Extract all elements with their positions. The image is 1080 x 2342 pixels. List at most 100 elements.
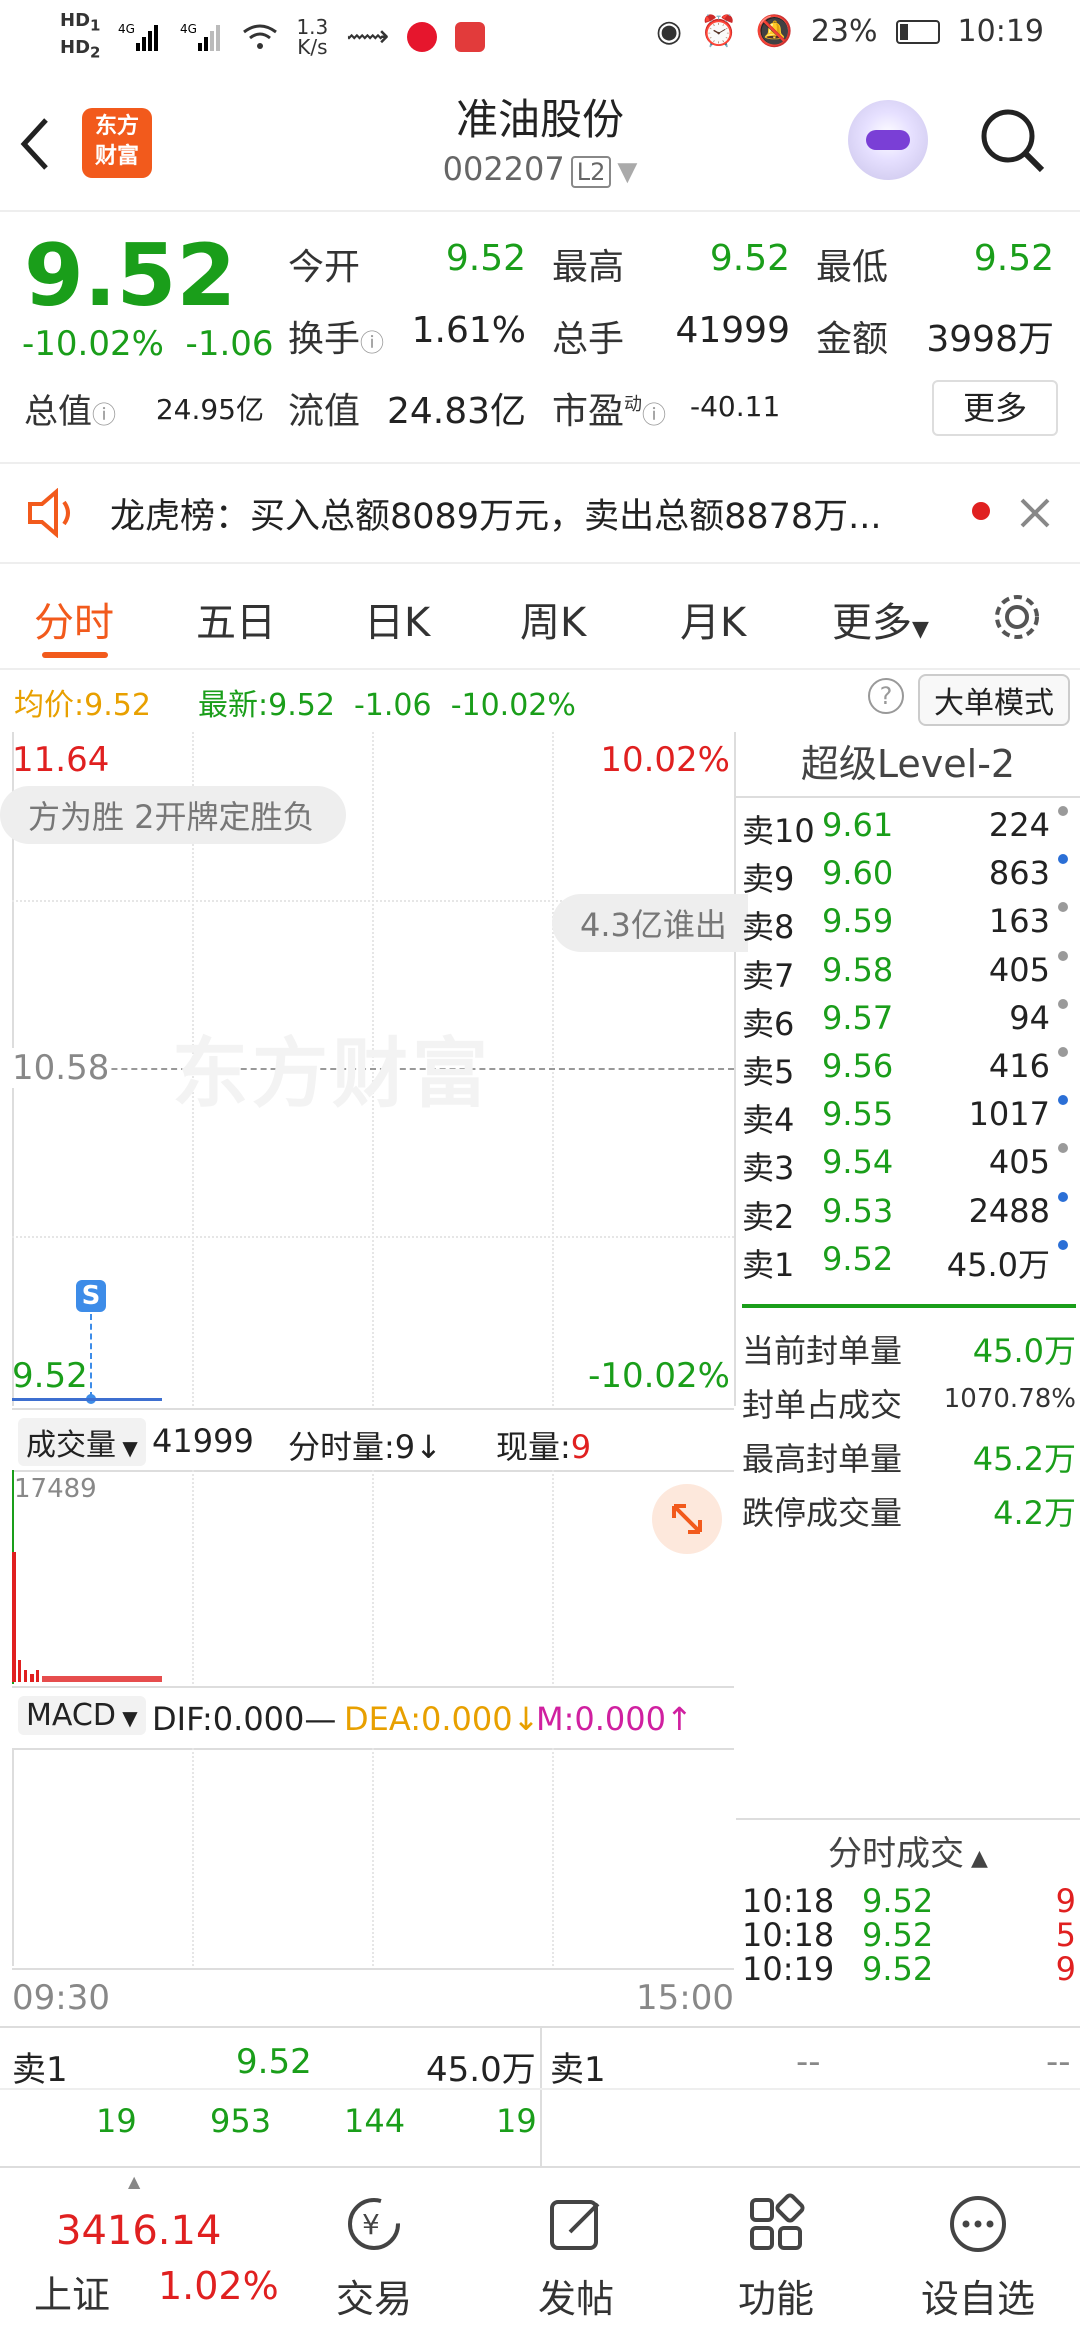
ask-dot (1058, 1191, 1068, 1202)
stat-label: 当前封单量 (742, 1332, 903, 1370)
macd-m: M:0.000↑ (536, 1700, 693, 1738)
more-button[interactable]: 更多 (932, 380, 1058, 436)
unread-dot (972, 502, 990, 520)
stat-value: 45.0万 (972, 1332, 1076, 1370)
macd-chart[interactable] (12, 1748, 734, 1966)
chart-tabs: 分时 五日 日K 周K 月K 更多▼ (0, 564, 1080, 670)
strip-right-vol: -- (1046, 2042, 1071, 2082)
pe-label: 市盈动ⓘ (552, 391, 667, 432)
close-icon[interactable] (1018, 496, 1052, 530)
change-line: -10.02% -1.06 (22, 324, 274, 364)
notice-bar[interactable]: 龙虎榜：买入总额8089万元，卖出总额8878万... (0, 464, 1080, 564)
search-icon[interactable] (978, 106, 1048, 176)
seal-stat-row: 当前封单量 45.0万 (742, 1326, 1076, 1374)
nav-trade[interactable]: ¥ 交易 (304, 2192, 444, 2323)
ask-row: 卖10 9.61 224 (742, 806, 1076, 854)
ask-dot (1058, 1143, 1068, 1154)
level-badge: L2 (570, 156, 612, 188)
tab-five-day[interactable]: 五日 (196, 590, 276, 648)
macd-selector[interactable]: MACD ▼ (18, 1696, 146, 1735)
stat-value: 45.2万 (972, 1440, 1076, 1478)
tab-monthly-k[interactable]: 月K (680, 590, 746, 648)
caret-up-icon: ▲ (128, 2172, 141, 2191)
time-axis: 09:30 15:00 (12, 1968, 734, 2026)
index-pct: 1.02% (158, 2264, 279, 2308)
ask-price: 9.58 (822, 950, 894, 989)
nav-post[interactable]: 发帖 (506, 2192, 646, 2323)
macd-bar: MACD ▼ DIF:0.000— DEA:0.000↓ M:0.000↑ (12, 1686, 734, 1750)
ask-price: 9.57 (822, 998, 894, 1037)
news-bubble-1[interactable]: 方为胜 2开牌定胜负 (0, 786, 346, 844)
volume-bar-3 (24, 1670, 27, 1682)
trades-title[interactable]: 分时成交 ▲ (736, 1826, 1080, 1875)
chart-bottom-price: 9.52 (12, 1356, 88, 1396)
ask-price: 9.59 (822, 902, 894, 941)
ask-row: 卖9 9.60 863 (742, 854, 1076, 902)
seal-stat-row: 跌停成交量 4.2万 (742, 1488, 1076, 1536)
help-icon[interactable]: ? (868, 678, 904, 714)
sell-marker[interactable]: S (76, 1280, 106, 1312)
stock-header: 东方 财富 准油股份 002207 L2 ▼ (0, 76, 1080, 212)
ask-label: 卖8 (742, 908, 795, 947)
more-dots-icon (950, 2196, 1006, 2252)
signal-icon-2: 4G (180, 22, 221, 51)
ask-price: 9.52 (822, 1239, 894, 1278)
nav-functions[interactable]: 功能 (706, 2192, 846, 2323)
tab-daily-k[interactable]: 日K (364, 590, 430, 648)
volume-selector[interactable]: 成交量 ▼ (18, 1418, 146, 1466)
info-icon: ⓘ (360, 329, 385, 357)
macd-dea: DEA:0.000↓ (344, 1700, 540, 1738)
ask-label: 卖6 (742, 1004, 795, 1043)
ask-label: 卖1 (742, 1245, 795, 1284)
strip-right-label: 卖1 (550, 2050, 606, 2090)
level2-panel: 超级Level-2 卖10 9.61 224 卖9 9.60 863 卖8 9.59 163 卖7… (736, 732, 1080, 2022)
big-order-mode-button[interactable]: 大单模式 (918, 674, 1070, 726)
edit-icon (550, 2200, 600, 2250)
settings-gear-icon[interactable] (990, 590, 1044, 644)
index-widget[interactable]: ▲ 3416.14 上证 1.02% (0, 2168, 290, 2342)
level2-title[interactable]: 超级Level-2 (736, 732, 1080, 798)
tab-weekly-k[interactable]: 周K (520, 590, 586, 648)
strip-left-label: 卖1 (12, 2050, 68, 2090)
chart-top-pct: 10.02% (600, 740, 730, 780)
ask-volume: 405 (988, 1143, 1050, 1182)
trade-price: 9.52 (862, 1882, 934, 1920)
volume-label: 总手 (552, 319, 625, 360)
robot-avatar[interactable] (848, 100, 928, 180)
volume-scale: 17489 (14, 1474, 97, 1504)
intraday-chart[interactable]: 东方财富 11.64 10.02% 10.58 9.52 -10.02% 方为胜… (0, 732, 748, 1406)
hd-indicator: HD1 HD2 (60, 10, 101, 62)
avg-price: 均价:9.52 (14, 688, 151, 723)
low-label: 最低 (816, 247, 889, 288)
volume-bar: 成交量 ▼ 41999 分时量:9↓ 现量:9 (12, 1408, 734, 1472)
ask-dot (1058, 854, 1068, 865)
tab-intraday[interactable]: 分时 (34, 590, 114, 648)
ask-label: 卖2 (742, 1197, 795, 1236)
ask-dot (1058, 998, 1068, 1009)
ask-price: 9.60 (822, 854, 894, 893)
pe-value: -40.11 (690, 390, 781, 423)
strip-num-1: 19 (96, 2102, 137, 2140)
ask-row: 卖6 9.57 94 (742, 998, 1076, 1047)
news-bubble-2[interactable]: 4.3亿谁出 (552, 894, 748, 952)
volume-bars-rest (42, 1676, 162, 1682)
time-end: 15:00 (636, 1978, 734, 2018)
trade-volume: 9 (1055, 1882, 1076, 1920)
tab-more[interactable]: 更多▼ (832, 590, 929, 648)
volume-total: 41999 (152, 1422, 254, 1460)
volume-chart[interactable]: 17489 (12, 1470, 734, 1684)
ask-dot (1058, 950, 1068, 961)
low-value: 9.52 (973, 238, 1054, 279)
expand-button[interactable] (652, 1484, 722, 1554)
chart-top-price: 11.64 (12, 740, 110, 780)
high-value: 9.52 (709, 238, 790, 279)
ask-row: 卖2 9.53 2488 (742, 1191, 1076, 1240)
float-value: 24.83亿 (386, 391, 526, 432)
store-icon (455, 21, 486, 52)
nav-watchlist[interactable]: 设自选 (908, 2192, 1048, 2323)
per-minute-volume: 分时量:9↓ (288, 1428, 442, 1466)
ask-dot (1058, 806, 1068, 816)
strip-left-price: 9.52 (236, 2042, 312, 2082)
net-speed: 1.3 K/s (296, 14, 329, 59)
current-volume: 现量:9 (496, 1428, 592, 1466)
